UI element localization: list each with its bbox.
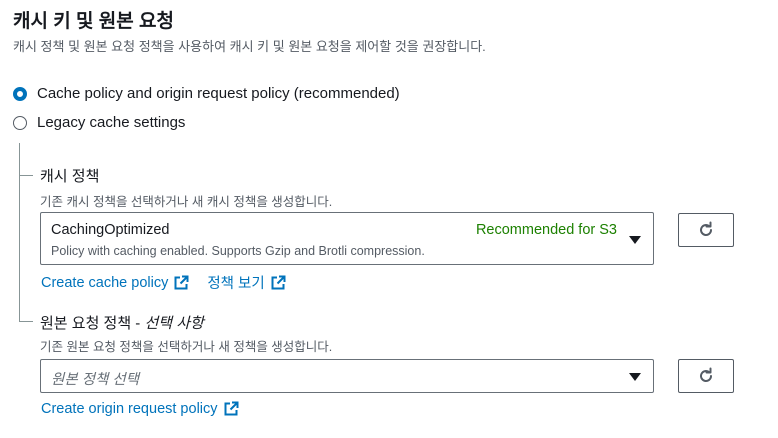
radio-legacy-label: Legacy cache settings [37,114,186,131]
section-title: 캐시 키 및 원본 요청 [13,11,174,32]
origin-policy-select[interactable]: 원본 정책 선택 [40,359,654,393]
recommended-badge: Recommended for S3 [475,222,617,238]
radio-unselected-icon[interactable] [13,115,27,130]
origin-policy-label-text: 원본 요청 정책 - [40,315,145,332]
radio-option-recommended[interactable]: Cache policy and origin request policy (… [13,85,400,102]
tree-branch-origin [19,321,33,322]
external-link-icon [174,275,189,289]
cache-policy-description: 기존 캐시 정책을 선택하거나 새 캐시 정책을 생성합니다. [40,195,333,209]
refresh-icon [700,221,712,236]
cache-policy-select[interactable]: CachingOptimized Recommended for S3 Poli… [40,212,654,265]
tree-connector-line [19,143,20,321]
chevron-down-icon [629,373,641,381]
cache-policy-selected-description: Policy with caching enabled. Supports Gz… [51,244,425,258]
refresh-icon [700,367,712,382]
refresh-origin-policy-button[interactable] [678,359,734,393]
radio-recommended-label: Cache policy and origin request policy (… [37,85,400,102]
origin-policy-description: 기존 원본 요청 정책을 선택하거나 새 정책을 생성합니다. [40,340,333,354]
external-link-icon [271,275,286,289]
create-cache-policy-link[interactable]: Create cache policy [41,272,189,293]
section-description: 캐시 정책 및 원본 요청 정책을 사용하여 캐시 키 및 원본 요청을 제어할… [13,39,486,54]
refresh-cache-policy-button[interactable] [678,213,734,247]
view-policy-label: 정책 보기 [207,276,265,292]
origin-policy-label: 원본 요청 정책 - 선택 사항 [40,312,204,333]
chevron-down-icon [629,236,641,244]
cache-policy-selected-name: CachingOptimized [51,222,170,238]
external-link-icon [224,401,239,416]
create-cache-policy-label: Create cache policy [41,274,169,291]
tree-branch-cache [19,175,33,176]
cache-policy-label: 캐시 정책 [40,168,100,185]
radio-option-legacy[interactable]: Legacy cache settings [13,114,185,131]
create-origin-request-policy-link[interactable]: Create origin request policy [41,401,239,417]
radio-selected-icon[interactable] [13,86,27,101]
view-policy-link[interactable]: 정책 보기 [207,272,286,293]
origin-policy-optional: 선택 사항 [144,315,204,332]
origin-policy-placeholder: 원본 정책 선택 [51,372,140,388]
create-origin-request-policy-label: Create origin request policy [41,401,218,417]
